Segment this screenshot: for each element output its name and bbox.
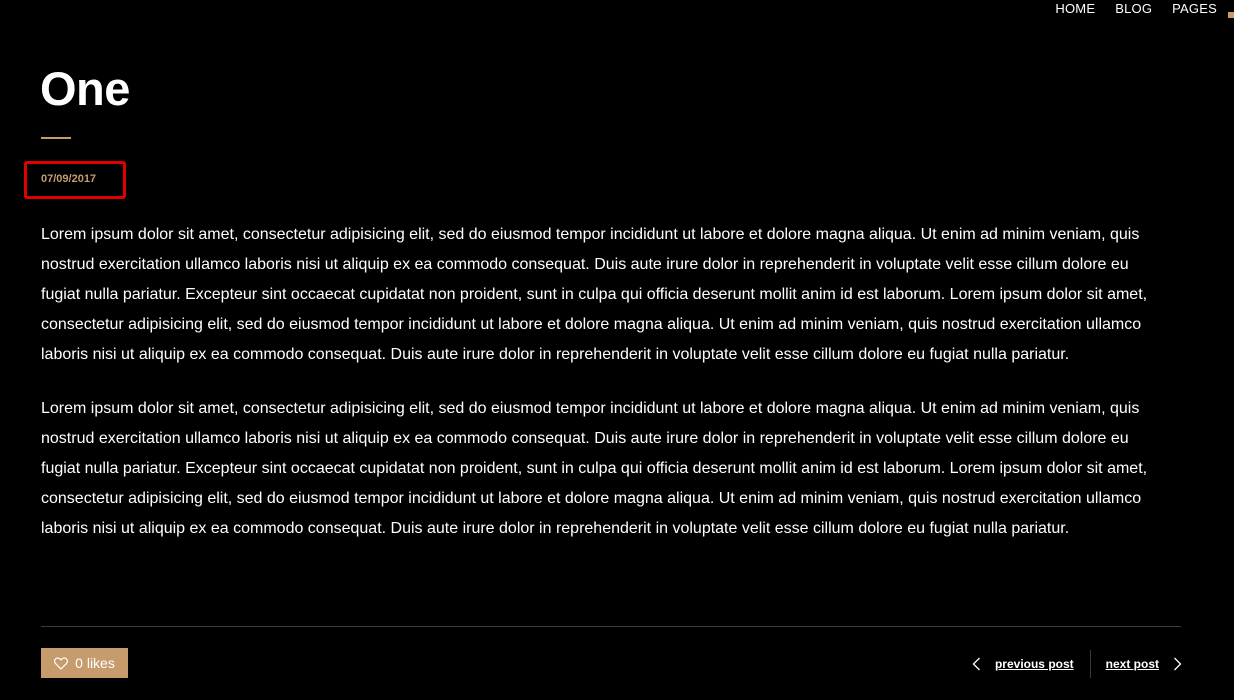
likes-count-label: 0 likes [75,655,115,671]
corner-accent-mark [1228,12,1234,18]
next-post-label[interactable]: next post [1106,657,1159,671]
next-post-link[interactable]: next post [1106,657,1182,671]
nav-item-blog[interactable]: BLOG [1115,1,1152,16]
post-navigation: previous post next post [972,650,1182,678]
footer-divider [41,626,1181,627]
heart-icon [54,656,69,670]
post-paragraph: Lorem ipsum dolor sit amet, consectetur … [41,226,1148,363]
previous-post-label[interactable]: previous post [995,657,1074,671]
date-highlight-box [24,161,126,199]
title-underline [41,137,71,139]
previous-post-link[interactable]: previous post [972,657,1074,671]
chevron-left-icon [972,657,981,671]
post-nav-divider [1089,650,1091,678]
top-navigation: HOME BLOG PAGES [1055,1,1217,16]
nav-item-pages[interactable]: PAGES [1172,1,1217,16]
nav-item-home[interactable]: HOME [1055,1,1095,16]
post-title: One [40,62,130,115]
post-body: Lorem ipsum dolor sit amet, consectetur … [41,220,1159,568]
chevron-right-icon [1173,657,1182,671]
blog-post-page: HOME BLOG PAGES One 07/09/2017 Lorem ips… [0,0,1234,700]
post-paragraph: Lorem ipsum dolor sit amet, consectetur … [41,400,1148,537]
like-button[interactable]: 0 likes [41,648,128,678]
